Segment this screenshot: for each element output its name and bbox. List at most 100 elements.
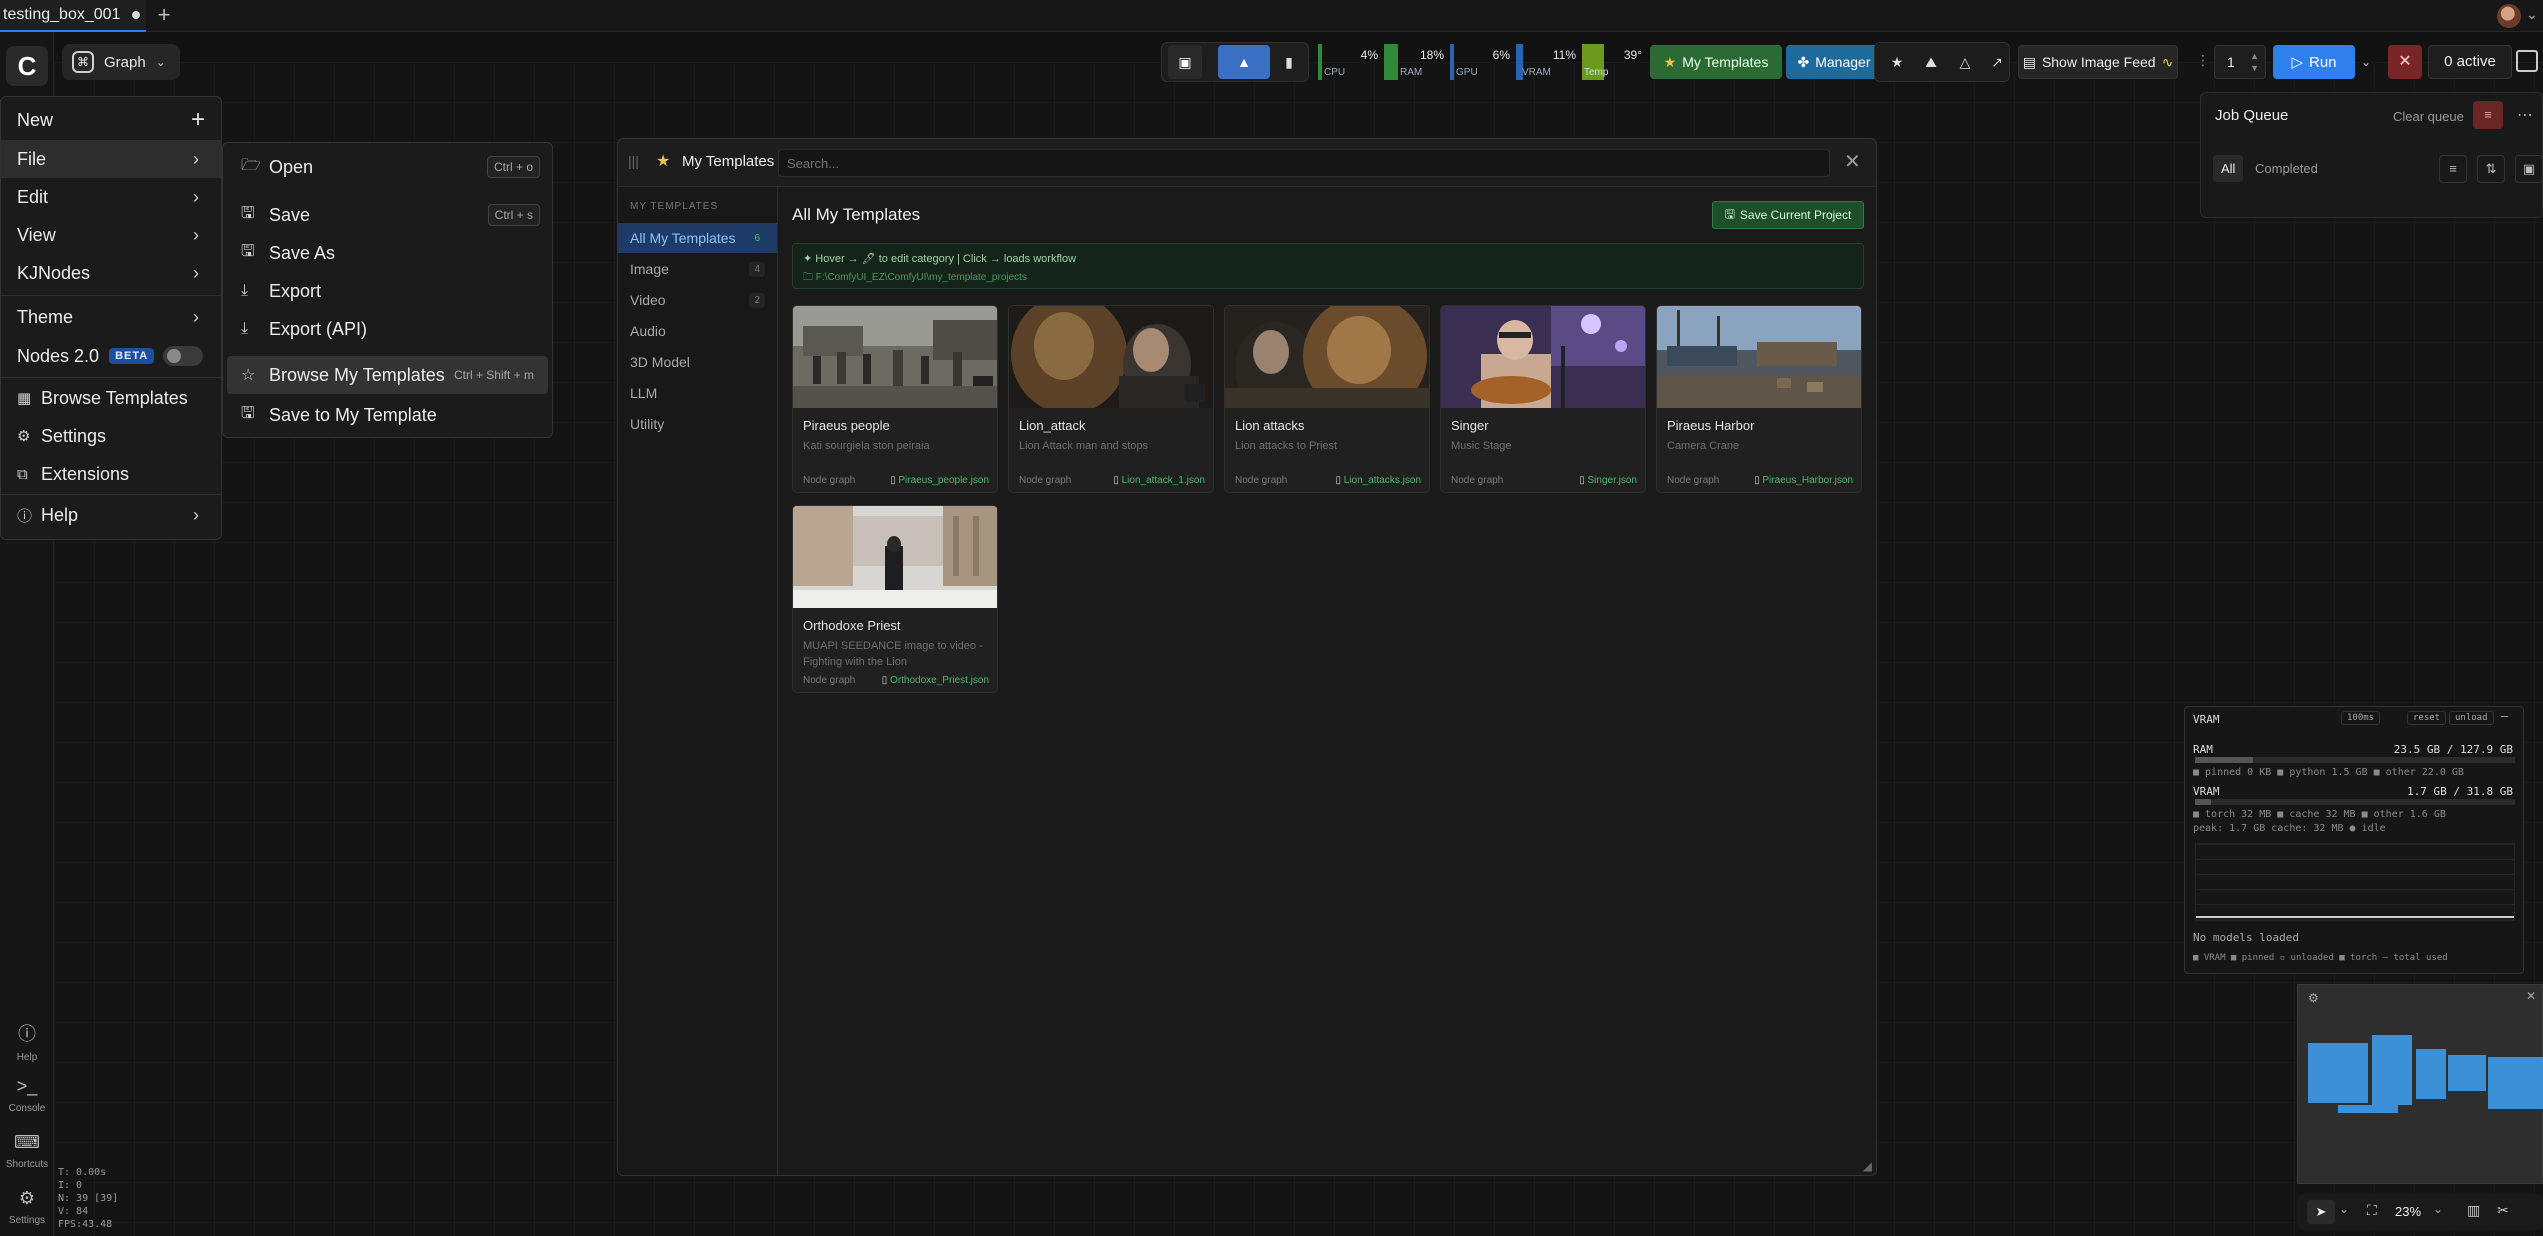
show-image-feed-button[interactable]: ▤ Show Image Feed ∿ [2018,45,2178,79]
link-toggle-icon[interactable]: ✂ [2497,1202,2509,1219]
submenu-export-api[interactable]: ⤓ Export (API) [227,310,548,348]
menu-label: File [17,148,47,169]
template-card[interactable]: Lion_attack Lion Attack man and stops No… [1008,305,1214,493]
menu-item-file[interactable]: File › [1,140,221,178]
help-circle-icon: ⓘ [18,1024,36,1044]
menu-item-new[interactable]: New + [1,101,221,139]
template-card[interactable]: Lion attacks Lion attacks to Priest Node… [1224,305,1430,493]
chevron-down-icon[interactable]: ⌄ [2339,1202,2349,1216]
category-llm[interactable]: LLM [618,378,777,408]
menu-item-edit[interactable]: Edit › [1,178,221,216]
close-icon[interactable]: ✕ [1844,149,1861,174]
category-image[interactable]: Image 4 [618,254,777,284]
save-current-project-button[interactable]: 🖫 Save Current Project [1712,201,1864,229]
shortcut-key: Ctrl + Shift + m [453,368,534,382]
toolbar-left-group: ▣ ▲ ▮ [1161,42,1309,82]
filter-icon[interactable]: ≡ [2439,155,2467,183]
category-3d-model[interactable]: 3D Model [618,347,777,377]
close-icon[interactable]: ✕ [2526,989,2536,1003]
vram-legend: ■ VRAM ■ pinned ▫ unloaded ■ torch — tot… [2193,953,2448,963]
submenu-save[interactable]: 🖫 Save Ctrl + s [227,196,548,234]
manager-button[interactable]: ✤ Manager [1786,45,1882,79]
share-arrow-icon[interactable]: ↗ [1985,45,2009,79]
new-tab-plus-icon[interactable]: + [152,4,176,28]
gallery-icon[interactable]: ▣ [2515,155,2543,183]
mountain-logo-icon[interactable]: ▲ [1218,45,1270,79]
menu-item-settings[interactable]: ⚙ Settings [1,417,221,455]
graph-mode-selector[interactable]: ⌘ Graph ⌄ [62,44,180,80]
console-rail-button[interactable]: >_ Console [0,1076,54,1114]
stepper-arrows-icon[interactable]: ▲ ▼ [2250,50,2259,74]
submenu-save-to-template[interactable]: 🖫 Save to My Template [227,396,548,434]
clear-queue-icon[interactable]: ≡ [2473,101,2503,129]
star-icon[interactable]: ★ [1885,45,1909,79]
filter-tab-all[interactable]: All [2213,155,2244,182]
sort-icon[interactable]: ⇅ [2477,155,2505,183]
menu-label: Edit [17,186,49,207]
category-utility[interactable]: Utility [618,409,777,439]
interval-select[interactable]: 100ms [2341,711,2381,725]
map-icon[interactable]: ▥ [2467,1202,2480,1219]
shortcuts-rail-button[interactable]: ⌨ Shortcuts [0,1132,54,1170]
save-current-label: Save Current Project [1739,208,1852,222]
run-button[interactable]: ▷ Run [2273,45,2355,79]
minimize-icon[interactable]: – [2501,709,2508,723]
template-card[interactable]: Singer Music Stage Node graph Singer.jso… [1440,305,1646,493]
layout-icon[interactable]: ▣ [1168,45,1202,79]
my-templates-button[interactable]: ★ My Templates [1650,45,1782,79]
menu-item-kjnodes[interactable]: KJNodes › [1,254,221,292]
ram-value: 18% [1419,48,1444,62]
panel-toggle-icon[interactable] [2516,50,2538,72]
user-avatar[interactable] [2497,4,2521,28]
card-filename: Singer.json [1579,475,1637,486]
template-search-input[interactable] [778,149,1830,177]
template-card[interactable]: Piraeus Harbor Camera Crane Node graph P… [1656,305,1862,493]
category-video[interactable]: Video 2 [618,285,777,315]
template-card[interactable]: Orthodoxe Priest MUAPI SEEDANCE image to… [792,505,998,693]
chevron-down-icon[interactable]: ⌄ [2433,1202,2443,1216]
star-icon: ★ [656,153,671,170]
category-all[interactable]: All My Templates 6 [618,223,777,253]
active-queue-count[interactable]: 0 active [2428,45,2512,79]
menu-item-extensions[interactable]: ⧉ Extensions [1,455,221,493]
card-filename: Piraeus_Harbor.json [1754,475,1853,486]
bookmark-icon[interactable]: ▮ [1274,45,1304,79]
fit-view-icon[interactable]: ⛶ [2367,1202,2377,1219]
menu-item-browse-templates[interactable]: ▦ Browse Templates [1,379,221,417]
minimap[interactable]: ⚙ ✕ [2297,984,2543,1184]
clear-queue-button[interactable]: Clear queue [2393,109,2464,124]
drag-handle-icon[interactable]: ||| [628,153,639,169]
zoom-level[interactable]: 23% [2395,1204,2421,1219]
unload-button[interactable]: unload [2449,711,2494,725]
category-audio[interactable]: Audio [618,316,777,346]
perf-stats: T: 0.00s I: 0 N: 39 [39] V: 84 FPS:43.48 [58,1166,118,1231]
menu-item-help[interactable]: ⓘ Help › [1,496,221,534]
reset-button[interactable]: reset [2407,711,2447,725]
template-card[interactable]: Piraeus people Kati sourgiela ston peira… [792,305,998,493]
more-options-icon[interactable]: ⋯ [2517,105,2533,125]
batch-count-input[interactable]: 1 ▲ ▼ [2214,45,2266,79]
tab-workflow[interactable]: testing_box_001 [0,0,146,32]
submenu-browse-my-templates[interactable]: ☆ Browse My Templates Ctrl + Shift + m [227,356,548,394]
run-options-chevron-icon[interactable]: ⌄ [2358,45,2374,79]
submenu-save-as[interactable]: 🖫 Save As [227,234,548,272]
menu-item-theme[interactable]: Theme › [1,298,221,336]
help-rail-button[interactable]: ⓘ Help [0,1020,54,1063]
menu-item-nodes2[interactable]: Nodes 2.0 BETA [1,337,221,375]
nodes2-toggle[interactable] [163,346,203,366]
settings-rail-button[interactable]: ⚙ Settings [0,1188,54,1226]
chevron-down-icon[interactable]: ⌄ [2526,6,2538,23]
comfy-logo-icon[interactable]: C [6,46,48,86]
mountain-outline-icon[interactable]: △ [1953,45,1977,79]
submenu-export[interactable]: ⤓ Export [227,272,548,310]
minimap-settings-icon[interactable]: ⚙ [2308,991,2319,1005]
mountain-icon[interactable]: ⛰ [1919,45,1943,79]
menu-item-view[interactable]: View › [1,216,221,254]
cancel-run-close-icon[interactable]: ✕ [2388,45,2422,79]
filter-tab-completed[interactable]: Completed [2255,161,2318,176]
pointer-tool-icon[interactable]: ➤ [2307,1200,2335,1224]
graph-label: Graph [104,53,146,71]
star-icon: ★ [1663,53,1677,70]
submenu-open[interactable]: 🗁 Open Ctrl + o [227,148,548,186]
resize-handle-icon[interactable]: ◢ [1863,1159,1872,1173]
